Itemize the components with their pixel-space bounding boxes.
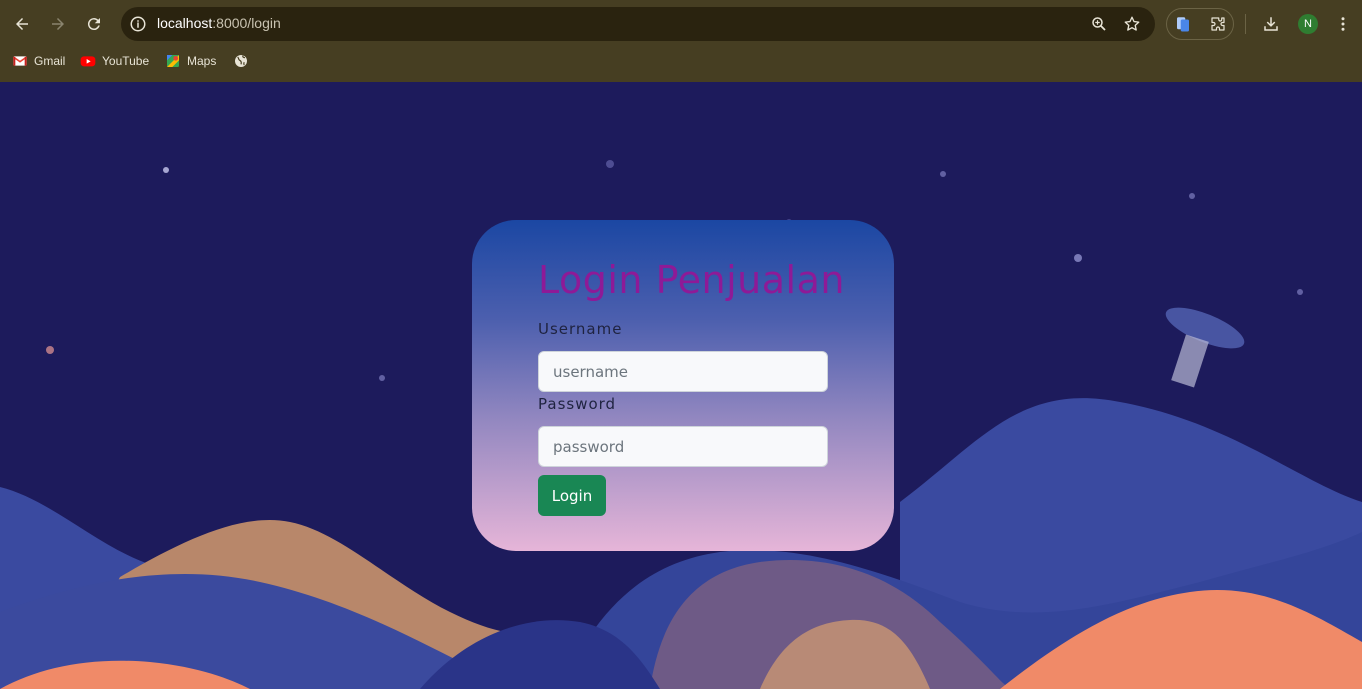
login-title: Login Penjualan: [538, 258, 845, 302]
extensions-group: [1166, 8, 1234, 40]
password-input[interactable]: [538, 426, 828, 467]
reload-icon: [87, 18, 100, 31]
bookmark-youtube[interactable]: YouTube: [80, 51, 149, 71]
arrow-right-icon: [52, 18, 64, 30]
bookmark-globe[interactable]: [233, 51, 249, 71]
url-text[interactable]: localhost:8000/login: [157, 15, 281, 31]
username-label: Username: [538, 320, 623, 338]
toolbar-separator: [1245, 14, 1246, 34]
puzzle-icon[interactable]: [1209, 15, 1227, 33]
forward-button[interactable]: [46, 12, 70, 36]
password-label: Password: [538, 395, 617, 413]
bookmark-label: YouTube: [102, 54, 150, 68]
bookmark-maps[interactable]: Maps: [165, 51, 216, 71]
back-button[interactable]: [10, 12, 34, 36]
login-button[interactable]: Login: [538, 475, 606, 516]
reload-button[interactable]: [82, 12, 106, 36]
youtube-icon: [80, 56, 96, 67]
page-viewport: Login Penjualan Username Password Login: [0, 82, 1362, 689]
bookmarks-bar: Gmail YouTube Maps: [0, 49, 1362, 73]
gmail-icon: [12, 56, 28, 66]
bookmark-label: Maps: [187, 54, 217, 68]
extension-docs-icon[interactable]: [1174, 15, 1192, 33]
username-input[interactable]: [538, 351, 828, 392]
site-info-icon[interactable]: [129, 15, 147, 33]
profile-avatar[interactable]: N: [1298, 14, 1318, 34]
url-host: localhost: [157, 15, 213, 31]
globe-icon: [235, 55, 247, 67]
zoom-icon[interactable]: [1090, 15, 1108, 33]
browser-chrome: localhost:8000/login N Gmail YouTube Map…: [0, 0, 1362, 82]
menu-kebab-icon[interactable]: [1334, 15, 1352, 33]
maps-icon: [167, 55, 179, 67]
download-icon[interactable]: [1262, 15, 1280, 33]
bookmark-label: Gmail: [34, 54, 66, 68]
bookmark-star-icon[interactable]: [1123, 15, 1141, 33]
browser-toolbar: localhost:8000/login N: [0, 0, 1362, 47]
arrow-left-icon: [16, 18, 28, 30]
url-path: :8000/login: [212, 15, 281, 31]
address-bar[interactable]: localhost:8000/login: [121, 7, 1155, 41]
login-card: Login Penjualan Username Password Login: [472, 220, 894, 551]
bookmark-gmail[interactable]: Gmail: [12, 51, 65, 71]
